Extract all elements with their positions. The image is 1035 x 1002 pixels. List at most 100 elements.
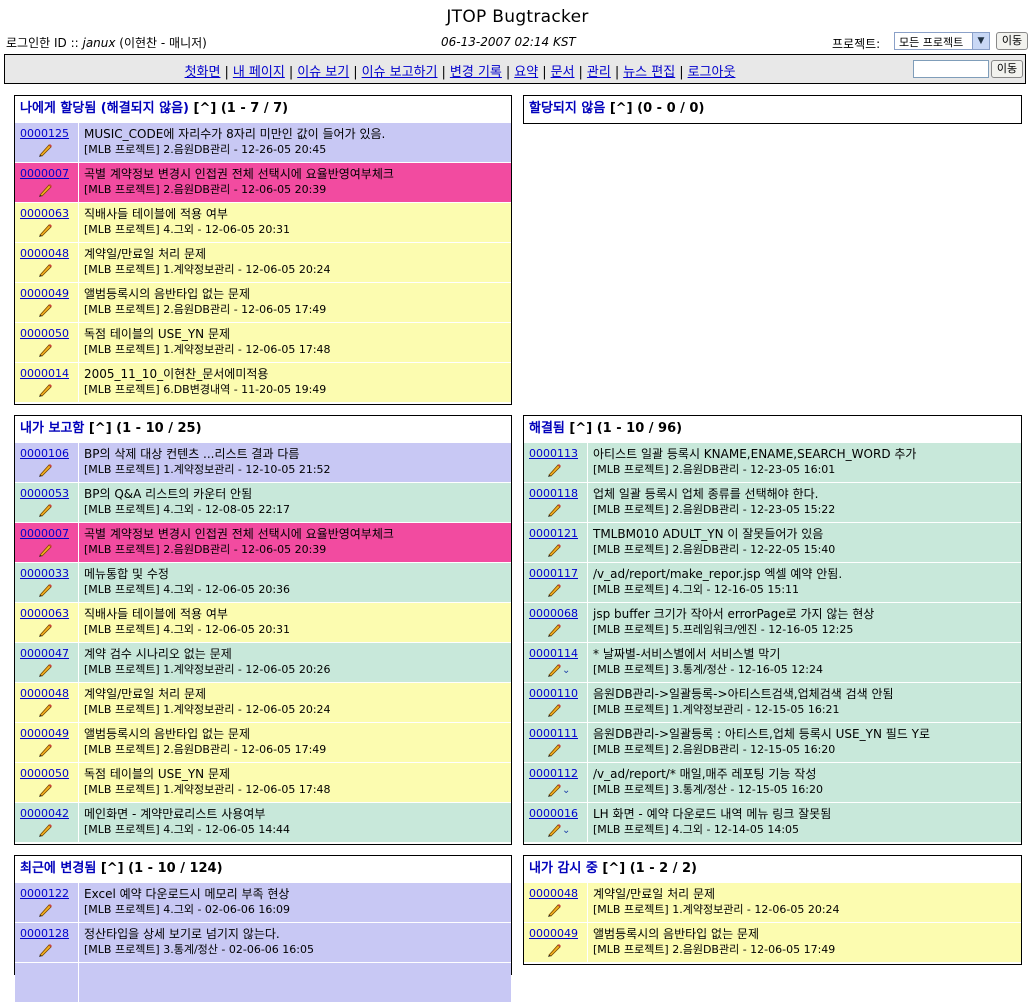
expand-chevron-icon[interactable]: ⌄ [562,785,570,796]
edit-pencil-icon[interactable] [546,623,562,637]
issue-id-link[interactable]: 0000121 [529,527,578,540]
issue-id-link[interactable]: 0000042 [20,807,69,820]
edit-pencil-icon[interactable] [37,383,53,397]
panel-header: 최근에 변경됨 [^] (1 - 10 / 124) [15,856,511,882]
issue-summary: 업체 일괄 등록시 업체 종류를 선택해야 한다. [593,487,819,501]
chevron-down-icon[interactable]: ▼ [972,33,989,49]
issue-id-link[interactable]: 0000113 [529,447,578,460]
issue-id-link[interactable]: 0000111 [529,727,578,740]
nav-link[interactable]: 내 페이지 [233,65,285,80]
issue-id-link[interactable]: 0000122 [20,887,69,900]
edit-pencil-icon[interactable] [37,623,53,637]
edit-pencil-icon[interactable] [546,663,562,677]
panel-title[interactable]: 내가 감시 중 [529,861,598,876]
edit-pencil-icon[interactable] [37,743,53,757]
edit-pencil-icon[interactable] [37,463,53,477]
edit-pencil-icon[interactable] [546,583,562,597]
issue-id-link[interactable]: 0000050 [20,767,69,780]
nav-link[interactable]: 이슈 보고하기 [362,65,438,80]
edit-pencil-icon[interactable] [546,903,562,917]
issue-id-link[interactable]: 0000048 [20,687,69,700]
edit-pencil-icon[interactable] [37,823,53,837]
edit-pencil-icon[interactable] [546,543,562,557]
issue-summary: 계약일/만료일 처리 문제 [84,247,207,261]
expand-chevron-icon[interactable]: ⌄ [562,825,570,836]
edit-pencil-icon[interactable] [37,503,53,517]
project-move-button[interactable]: 이동 [996,32,1028,50]
issue-id-link[interactable]: 0000050 [20,327,69,340]
panel-monitoring: 내가 감시 중 [^] (1 - 2 / 2) 0000048 계약일/만료일 처리… [523,855,1022,965]
issue-id-link[interactable]: 0000014 [20,367,69,380]
issue-row: 0000113 아티스트 일괄 등록시 KNAME,ENAME,SEARCH_WO… [524,442,1021,482]
panel-title[interactable]: 해결됨 [529,421,565,436]
edit-pencil-icon[interactable] [37,903,53,917]
edit-pencil-icon[interactable] [37,223,53,237]
panel-title[interactable]: 나에게 할당됨 (해결되지 않음) [20,101,189,116]
issue-id-link[interactable]: 0000128 [20,927,69,940]
search-input[interactable] [913,60,989,78]
expand-chevron-icon[interactable]: ⌄ [562,665,570,676]
edit-pencil-icon[interactable] [546,943,562,957]
issue-id-link[interactable]: 0000007 [20,527,69,540]
edit-pencil-icon[interactable] [37,783,53,797]
nav-link[interactable]: 이슈 보기 [297,65,349,80]
nav-link[interactable]: 관리 [587,65,611,80]
issue-id-link[interactable]: 0000117 [529,567,578,580]
panel-link[interactable]: [^] [610,101,633,116]
issue-id-link[interactable]: 0000016 [529,807,578,820]
nav-link[interactable]: 변경 기록 [450,65,502,80]
edit-pencil-icon[interactable] [546,823,562,837]
nav-link[interactable]: 문서 [551,65,575,80]
nav-link[interactable]: 로그아웃 [688,65,736,80]
issue-id-link[interactable]: 0000033 [20,567,69,580]
issue-id-link[interactable]: 0000118 [529,487,578,500]
project-select[interactable]: 모든 프로젝트 ▼ [894,32,990,50]
issue-id-link[interactable]: 0000063 [20,207,69,220]
edit-pencil-icon[interactable] [37,263,53,277]
issue-id-link[interactable]: 0000106 [20,447,69,460]
edit-pencil-icon[interactable] [37,143,53,157]
panel-link[interactable]: [^] [194,101,217,116]
edit-pencil-icon[interactable] [37,663,53,677]
issue-id-link[interactable]: 0000048 [529,887,578,900]
issue-id-link[interactable]: 0000048 [20,247,69,260]
edit-pencil-icon[interactable] [546,503,562,517]
edit-pencil-icon[interactable] [37,583,53,597]
issue-id-link[interactable]: 0000063 [20,607,69,620]
edit-pencil-icon[interactable] [546,783,562,797]
edit-pencil-icon[interactable] [546,703,562,717]
panel-title[interactable]: 최근에 변경됨 [20,861,96,876]
edit-pencil-icon[interactable] [37,183,53,197]
issue-id-link[interactable]: 0000049 [20,287,69,300]
edit-pencil-icon[interactable] [546,743,562,757]
nav-link[interactable]: 뉴스 편집 [623,65,675,80]
edit-pencil-icon[interactable] [37,943,53,957]
issue-id-link[interactable]: 0000110 [529,687,578,700]
issue-id-link[interactable]: 0000125 [20,127,69,140]
issue-id-link[interactable]: 0000068 [529,607,578,620]
panel-link[interactable]: [^] [101,861,124,876]
edit-pencil-icon[interactable] [37,703,53,717]
nav-link[interactable]: 요약 [514,65,538,80]
issue-id-link[interactable]: 0000047 [20,647,69,660]
edit-pencil-icon[interactable] [37,343,53,357]
issue-id-link[interactable]: 0000053 [20,487,69,500]
issue-id-link[interactable]: 0000049 [529,927,578,940]
issue-meta: [MLB 프로젝트] 2.음원DB관리 - 12-06-05 17:49 [84,743,327,756]
edit-pencil-icon[interactable] [546,463,562,477]
panel-link[interactable]: [^] [569,421,592,436]
go-button[interactable]: 이동 [991,60,1023,78]
panel-title[interactable]: 내가 보고함 [20,421,84,436]
panel-link[interactable]: [^] [602,861,625,876]
edit-pencil-icon[interactable] [37,543,53,557]
edit-pencil-icon[interactable] [37,303,53,317]
issue-id-link[interactable]: 0000049 [20,727,69,740]
issue-id-link[interactable]: 0000114 [529,647,578,660]
issue-id-cell: 0000048 [15,683,79,722]
issue-id-link[interactable]: 0000112 [529,767,578,780]
issue-id-link[interactable]: 0000007 [20,167,69,180]
panel-title[interactable]: 할당되지 않음 [529,101,605,116]
nav-link[interactable]: 첫화면 [185,65,221,80]
panel-link[interactable]: [^] [89,421,112,436]
issue-summary: BP의 Q&A 리스트의 카운터 안됨 [84,487,253,501]
